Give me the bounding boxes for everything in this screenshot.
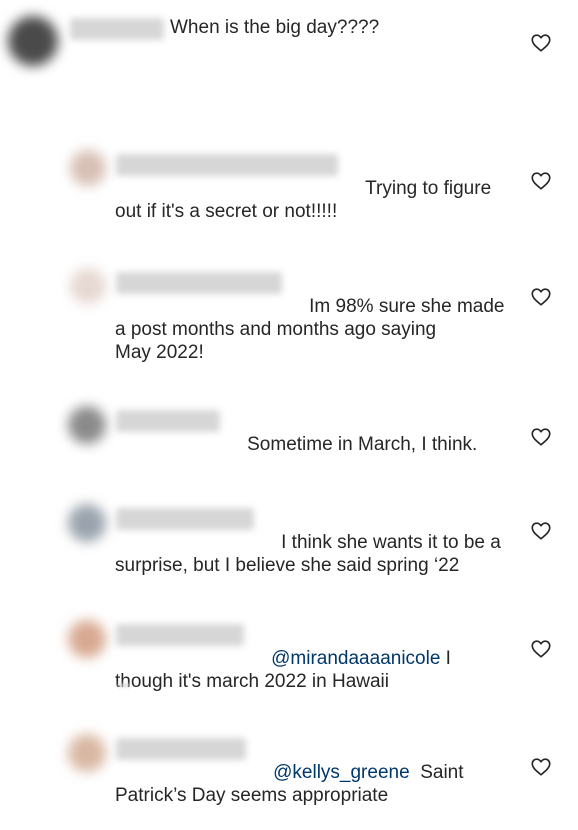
comment-4: Sometime in March, I think. [0,398,578,478]
heart-icon[interactable] [530,426,552,448]
avatar[interactable] [68,734,106,772]
comment-text: Trying to figure out if it's a secret or… [115,178,492,222]
heart-icon[interactable] [530,286,552,308]
avatar[interactable] [68,406,106,444]
comment-1: When is the big day???? [0,0,578,90]
comment-5: I think she wants it to be a surprise, b… [0,496,578,596]
comment-text: I think she wants it to be a surprise, b… [115,532,501,576]
heart-icon[interactable] [530,756,552,778]
faint-mark [118,684,130,687]
avatar[interactable] [70,268,106,304]
avatar[interactable] [70,150,106,186]
comment-2: Trying to figure out if it's a secret or… [0,140,578,230]
heart-icon[interactable] [530,32,552,54]
comment-text: Sometime in March, I think. [247,434,478,455]
avatar[interactable] [8,16,58,66]
username-redacted[interactable] [70,18,164,40]
comment-7: @kellys_greene Saint Patrick’s Day seems… [0,726,578,806]
comment-text: Im 98% sure she made a post months and m… [115,296,505,363]
comment-text: @mirandaaaanicole I though it's march 20… [115,648,451,692]
comment-6: @mirandaaaanicole I though it's march 20… [0,612,578,712]
comments-screen: { "comments": [ {"text": "When is the bi… [0,0,578,806]
mention-link[interactable]: @mirandaaaanicole [271,648,440,669]
comment-text: @kellys_greene Saint Patrick’s Day seems… [115,762,464,806]
heart-icon[interactable] [530,170,552,192]
heart-icon[interactable] [530,520,552,542]
comment-text: When is the big day???? [170,17,380,38]
mention-link[interactable]: @kellys_greene [273,762,410,783]
comment-3: Im 98% sure she made a post months and m… [0,262,578,372]
heart-icon[interactable] [530,638,552,660]
avatar[interactable] [68,504,106,542]
avatar[interactable] [68,620,106,658]
